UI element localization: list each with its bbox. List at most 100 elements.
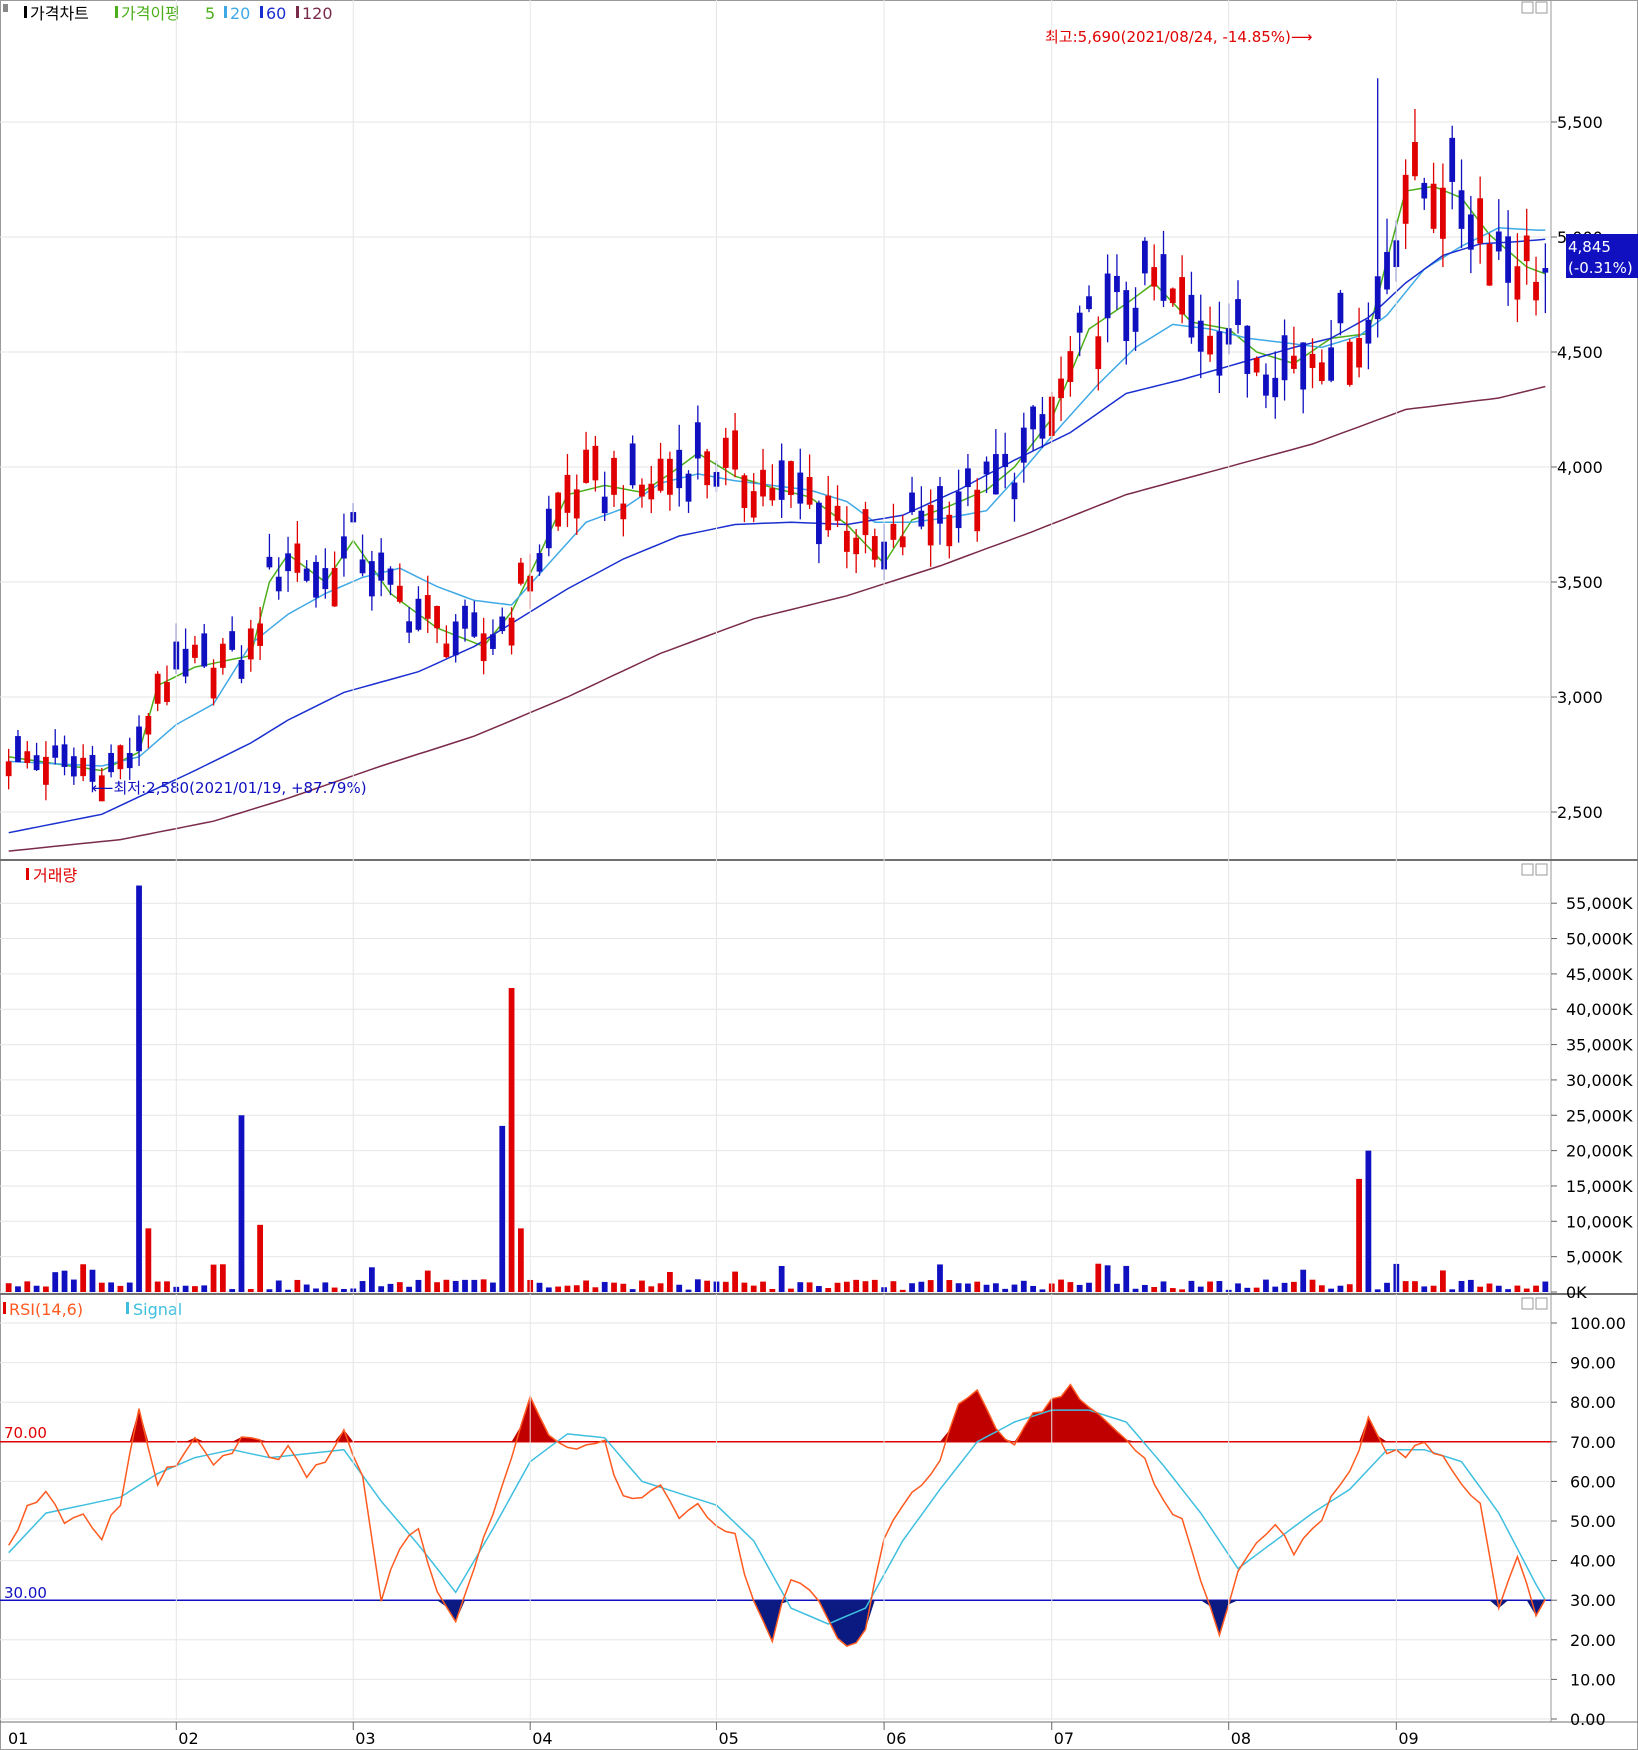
candle [192,635,198,664]
candle-body [257,623,264,646]
volume-bar [368,1267,375,1292]
volume-bar [1384,1282,1390,1292]
volume-bar [816,1286,822,1292]
volume-bar [983,1284,990,1292]
candle [1039,397,1046,448]
volume-tick-label: 40,000K [1566,1000,1633,1019]
volume-bar [1039,1289,1046,1292]
candle [1188,271,1195,344]
volume-bar [238,1115,245,1292]
candle-body [1440,187,1446,239]
candle-body [1402,174,1409,224]
minimize-icon[interactable] [1521,863,1534,876]
candle-body [1505,236,1511,283]
candle-body [285,553,291,572]
candle [1337,289,1344,336]
volume-bar [1421,1286,1428,1292]
candle-body [732,430,738,470]
rsi-extreme-fills [129,1384,1546,1647]
volume-bar [5,1283,12,1292]
candle [490,619,496,655]
candle [1151,244,1158,301]
candle [871,528,878,568]
candle-body [61,744,68,767]
candle-body [965,468,971,488]
volume-bar [396,1282,403,1292]
rsi-tick-label: 30.00 [1570,1591,1616,1610]
volume-bar [1076,1284,1083,1292]
candle-body [909,492,915,513]
candle [61,735,68,776]
volume-bar [341,1288,347,1292]
candle-body [1160,254,1167,301]
volume-bar [1169,1288,1176,1292]
month-label: 04 [532,1729,552,1748]
candle-body [359,559,366,574]
volume-bar [825,1287,832,1292]
volume-bar [1477,1286,1484,1292]
rsi-panel-controls[interactable] [1521,1297,1548,1310]
volume-bar [843,1281,850,1292]
close-icon[interactable] [1535,1,1548,14]
volume-bars [5,885,1549,1292]
candle [1458,159,1465,249]
volume-bar [210,1264,217,1292]
volume-bar [1160,1281,1167,1292]
candle [937,476,943,545]
candle-body [154,673,161,704]
price-panel-controls[interactable] [1521,1,1548,14]
candle-body [573,489,580,519]
rsi-tick-label: 80.00 [1570,1393,1616,1412]
volume-bar [1263,1279,1269,1292]
rsi-y-axis: 100.00 90.00 80.00 70.00 60.00 50.00 40.00 30.0… [1551,1314,1626,1729]
volume-bar [1514,1285,1521,1292]
candle-body [1086,296,1092,310]
candle-body [70,756,77,777]
candle-body [1253,358,1260,373]
volume-bar [788,1288,794,1292]
last-price-change: (-0.31%) [1568,259,1633,277]
candle-body [182,648,189,677]
candle [1067,336,1074,397]
candle-body [536,553,543,572]
rsi-legend: RSI(14,6) Signal [3,1300,182,1319]
close-icon[interactable] [1535,863,1548,876]
month-label: 09 [1398,1729,1418,1748]
volume-bar [1253,1287,1260,1292]
volume-bar [536,1282,543,1292]
candle-body [583,449,589,483]
volume-bar [974,1281,981,1292]
candle [1486,233,1493,287]
volume-panel-controls[interactable] [1521,863,1548,876]
minimize-icon[interactable] [1521,1,1534,14]
month-label: 07 [1054,1729,1074,1748]
volume-bar [1216,1281,1223,1292]
volume-bar [378,1286,385,1292]
x-axis: 01 02 03 04 05 06 07 08 09 [8,0,1419,1748]
month-label: 08 [1231,1729,1251,1748]
month-label: 05 [718,1729,738,1748]
candle-body [368,561,375,597]
close-icon[interactable] [1535,1297,1548,1310]
candle-body [322,568,329,590]
candle-body [1272,377,1279,398]
minimize-icon[interactable] [1521,1297,1534,1310]
volume-tick-label: 10,000K [1566,1212,1633,1231]
candle-body [1356,337,1362,368]
candle-body [1030,406,1037,430]
candle-body [704,451,711,486]
month-label: 01 [8,1729,28,1748]
candle [1356,307,1362,378]
candle-body [834,505,841,521]
volume-bar [1151,1286,1158,1292]
candle [275,557,282,600]
candle [126,737,133,780]
candle-body [611,457,617,495]
candle-body [145,715,152,735]
candle-body [1514,266,1521,300]
price-tick-label: 3,000 [1557,688,1603,707]
volume-bar [145,1228,152,1292]
candle-body [378,552,385,581]
candle [1430,162,1437,234]
candle [201,624,208,668]
